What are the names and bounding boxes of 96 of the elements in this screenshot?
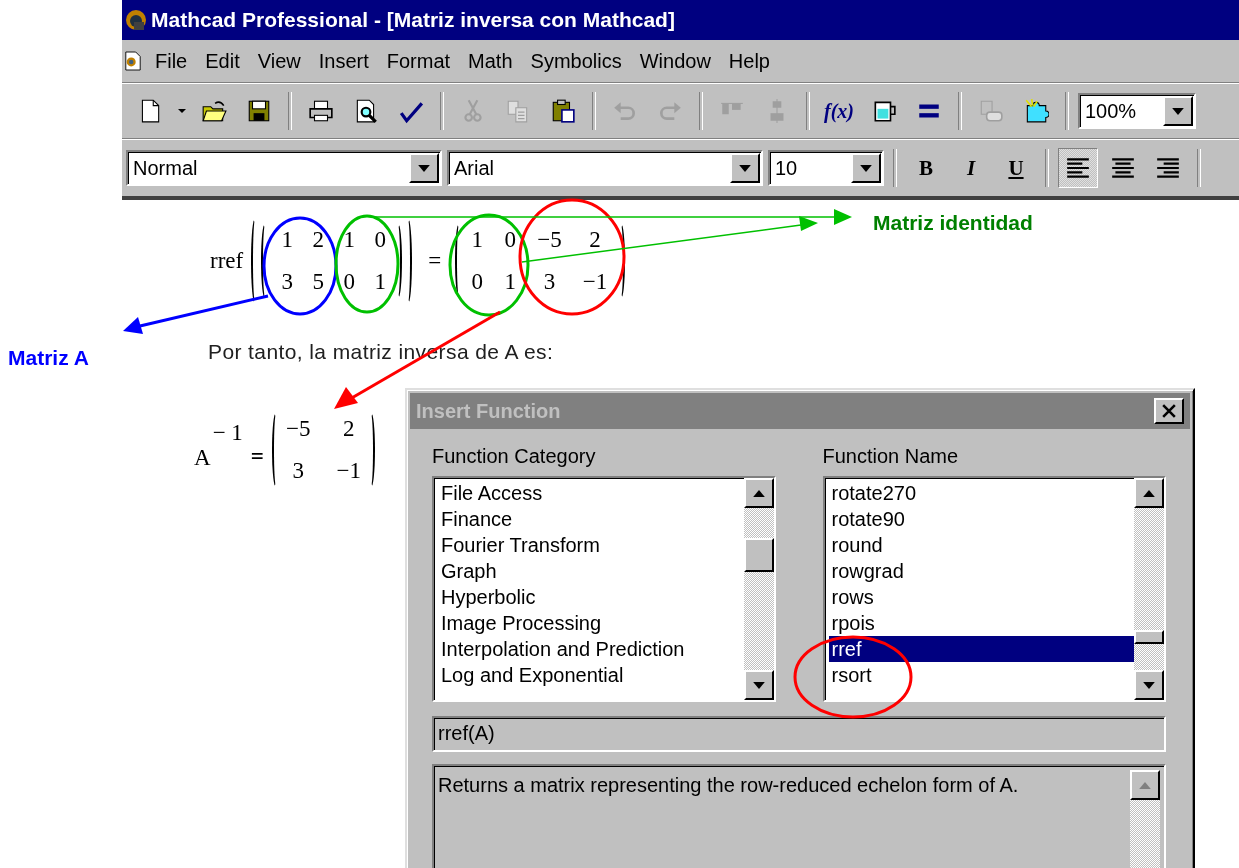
annotation-label: Matriz identidad — [873, 211, 1033, 235]
equals-sign: = — [428, 248, 442, 274]
list-item[interactable]: Fourier Transform — [438, 532, 744, 558]
scroll-up-button[interactable] — [1130, 770, 1160, 800]
zoom-dropdown[interactable]: 100% — [1078, 93, 1196, 129]
scrollbar-thumb[interactable] — [1134, 630, 1164, 644]
matrix-entry: 3 — [542, 269, 557, 295]
text-align-icon — [1065, 157, 1091, 179]
matrix-entry: 1 — [374, 269, 387, 295]
up-arrow-icon — [1143, 489, 1155, 497]
close-icon — [1162, 404, 1176, 418]
down-arrow-icon — [1143, 681, 1155, 689]
scroll-up-button[interactable] — [1134, 478, 1164, 508]
caret-icon — [1172, 107, 1184, 115]
caret-icon — [178, 109, 186, 113]
list-label: Function Name — [822, 445, 960, 468]
matrix-entry: 0 — [343, 269, 356, 295]
list-item[interactable]: Image Processing — [438, 610, 744, 636]
list-item[interactable]: Interpolation and Prediction — [438, 636, 744, 662]
signature-field: rref(A) — [432, 716, 1166, 752]
list-item[interactable]: rpois — [828, 610, 1134, 636]
matrix-entry: 2 — [312, 227, 325, 253]
matrix-entry: −1 — [336, 458, 361, 484]
caret-icon — [739, 164, 751, 172]
list-item[interactable]: rows — [828, 584, 1134, 610]
menu-item[interactable]: Math — [459, 49, 522, 73]
font-dropdown[interactable]: Arial — [447, 150, 763, 186]
list-item[interactable]: rotate90 — [828, 506, 1134, 532]
scrollbar-thumb[interactable] — [743, 538, 774, 572]
style-dropdown[interactable]: Normal — [126, 150, 442, 186]
matrix-entry: 1 — [281, 227, 294, 253]
description-text: Returns a matrix representing the row-reduced echelon form of A. — [438, 773, 1020, 798]
matrix-entry: 3 — [281, 269, 294, 295]
dropdown-button[interactable] — [409, 153, 439, 183]
scroll-up-button[interactable] — [743, 478, 774, 508]
matrix-entry: 0 — [374, 227, 387, 253]
caret-icon — [860, 164, 872, 172]
list-item[interactable]: Finance — [438, 506, 744, 532]
up-arrow-icon — [752, 489, 765, 497]
window-title: Mathcad Professional - [Matriz inversa con Mathcad] — [151, 8, 675, 32]
menu-item[interactable]: Format — [377, 49, 460, 73]
function-name: rref — [210, 248, 244, 274]
dialog-title: Insert Function — [416, 399, 561, 423]
variable: A — [194, 445, 211, 471]
list-item[interactable]: round — [828, 532, 1134, 558]
matrix-entry: −1 — [582, 269, 608, 295]
menu-item[interactable]: Symbolics — [521, 49, 631, 73]
down-arrow-icon — [752, 681, 765, 689]
up-arrow-icon — [1139, 781, 1151, 789]
list-item[interactable]: rowgrad — [828, 558, 1134, 584]
align-left-button[interactable] — [1058, 148, 1098, 188]
matrix-entry: −5 — [537, 227, 562, 253]
caret-icon — [418, 164, 430, 172]
puzzle-icon — [1023, 98, 1049, 124]
matrix-entry: 0 — [471, 269, 484, 295]
equals-sign: = — [250, 444, 264, 470]
dropdown-button[interactable] — [1163, 96, 1193, 126]
matrix-entry: 0 — [504, 227, 517, 253]
matrix-entry: 1 — [471, 227, 484, 253]
list-label: Function Category — [432, 445, 597, 468]
menu-item[interactable]: Edit — [196, 49, 249, 73]
menu-item[interactable]: Help — [719, 49, 779, 73]
list-item[interactable]: Graph — [438, 558, 744, 584]
dropdown-button[interactable] — [730, 153, 760, 183]
matrix-entry: −5 — [285, 416, 311, 442]
text-align-icon — [1155, 157, 1181, 179]
menu-item[interactable]: View — [248, 49, 310, 73]
matrix-entry: 2 — [588, 227, 602, 253]
list-item[interactable]: rref — [828, 636, 1134, 662]
menu-item[interactable]: Window — [630, 49, 720, 73]
clipboard-icon — [550, 98, 576, 124]
list-item[interactable]: Log and Exponential — [438, 662, 744, 688]
menu-item[interactable]: File — [146, 49, 197, 73]
list-item[interactable]: Hyperbolic — [438, 584, 744, 610]
matrix-entry: 5 — [312, 269, 325, 295]
linked-pages-icon — [978, 98, 1004, 124]
scroll-down-button[interactable] — [1134, 670, 1164, 700]
close-button[interactable] — [1154, 398, 1184, 424]
dropdown-button[interactable] — [851, 153, 881, 183]
list-item[interactable]: rotate270 — [828, 480, 1134, 506]
annotation-label: Matriz A — [8, 346, 89, 370]
printer-icon — [308, 98, 334, 124]
text-align-icon — [1110, 157, 1136, 179]
matrix-entry: 2 — [341, 416, 356, 442]
list-item[interactable]: File Access — [438, 480, 744, 506]
folder-icon — [201, 98, 227, 124]
font-size-dropdown[interactable]: 10 — [768, 150, 884, 186]
matrix-entry: 3 — [291, 458, 305, 484]
app-icon — [124, 8, 148, 32]
document-icon[interactable] — [124, 49, 142, 73]
scroll-down-button[interactable] — [743, 670, 774, 700]
list-item[interactable]: rsort — [828, 662, 1134, 688]
matrix-entry: 1 — [504, 269, 517, 295]
matrix-entry: 1 — [343, 227, 356, 253]
exponent: − 1 — [212, 420, 243, 446]
menu-item[interactable]: Insert — [309, 49, 378, 73]
